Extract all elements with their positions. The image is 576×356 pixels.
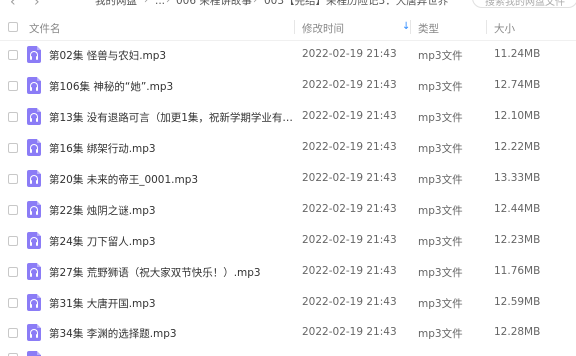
breadcrumb-folder[interactable]: 006 荣程讲故事 — [176, 0, 252, 8]
file-row[interactable]: 第31集 大唐开国.mp3 2022-02-19 21:43 mp3文件 12.… — [0, 288, 576, 319]
audio-file-icon — [27, 46, 41, 63]
file-type: mp3文件 — [418, 50, 463, 62]
file-size: 12.23MB — [494, 234, 541, 246]
file-modified-date: 2022-02-19 21:43 — [302, 48, 397, 60]
row-checkbox[interactable] — [8, 81, 18, 91]
file-modified-date: 2022-02-19 21:43 — [302, 203, 397, 215]
file-modified-date: 2022-02-19 21:43 — [302, 141, 397, 153]
chevron-left-icon[interactable]: ‹ — [10, 0, 16, 9]
file-type: mp3文件 — [418, 205, 463, 217]
file-row[interactable]: 第20集 未来的帝王_0001.mp3 2022-02-19 21:43 mp3… — [0, 164, 576, 195]
breadcrumb-current[interactable]: 003【完结】荣程历险记3：大唐异世界 — [264, 0, 448, 8]
file-size: 12.28MB — [494, 326, 541, 338]
audio-file-icon — [27, 108, 41, 125]
audio-file-icon — [27, 263, 41, 280]
file-name[interactable]: 第24集 刀下留人.mp3 — [49, 234, 294, 249]
row-checkbox[interactable] — [8, 143, 18, 153]
audio-file-icon — [27, 170, 41, 187]
column-header-type[interactable]: 类型 — [418, 21, 439, 36]
audio-file-icon — [27, 77, 41, 94]
chevron-right-icon[interactable]: › — [34, 0, 40, 9]
file-row[interactable]: 第24集 刀下留人.mp3 2022-02-19 21:43 mp3文件 12.… — [0, 226, 576, 257]
file-modified-date: 2022-02-19 21:43 — [302, 296, 397, 308]
file-row[interactable]: 第34集 李渊的选择题.mp3 2022-02-19 21:43 mp3文件 1… — [0, 318, 576, 349]
audio-file-icon — [27, 351, 41, 356]
file-row-partial[interactable] — [0, 349, 576, 356]
row-checkbox[interactable] — [8, 267, 18, 277]
breadcrumb-ellipsis[interactable]: ... — [155, 0, 165, 8]
column-divider[interactable] — [486, 20, 487, 34]
search-placeholder: 搜索我的网盘文件 — [485, 0, 565, 8]
file-type: mp3文件 — [418, 267, 463, 279]
file-name[interactable]: 第16集 绑架行动.mp3 — [49, 141, 294, 156]
column-header-size[interactable]: 大小 — [494, 21, 515, 36]
file-type: mp3文件 — [418, 236, 463, 248]
row-checkbox[interactable] — [8, 50, 18, 60]
file-row[interactable]: 第02集 怪兽与农妇.mp3 2022-02-19 21:43 mp3文件 11… — [0, 40, 576, 71]
row-checkbox[interactable] — [8, 236, 18, 246]
breadcrumb-separator: › — [166, 0, 170, 6]
file-name[interactable]: 第20集 未来的帝王_0001.mp3 — [49, 172, 294, 187]
audio-file-icon — [27, 139, 41, 156]
file-type: mp3文件 — [418, 298, 463, 310]
file-modified-date: 2022-02-19 21:43 — [302, 265, 397, 277]
file-modified-date: 2022-02-19 21:43 — [302, 110, 397, 122]
column-divider[interactable] — [294, 20, 295, 34]
file-name[interactable]: 第31集 大唐开国.mp3 — [49, 296, 294, 311]
top-nav-bar: ‹ › 我的网盘 › ... › 006 荣程讲故事 › 003【完结】荣程历险… — [0, 0, 576, 12]
column-divider[interactable] — [410, 20, 411, 34]
column-header-name[interactable]: 文件名 — [29, 21, 61, 36]
file-row[interactable]: 第13集 没有退路可言（加更1集，祝新学期学业有成！）.... 2022-02-… — [0, 102, 576, 133]
breadcrumb-separator: › — [144, 0, 148, 6]
file-size: 12.10MB — [494, 110, 541, 122]
file-type: mp3文件 — [418, 81, 463, 93]
row-checkbox[interactable] — [8, 328, 18, 338]
file-size: 11.24MB — [494, 48, 541, 60]
breadcrumb-separator: › — [253, 0, 257, 6]
file-size: 12.59MB — [494, 296, 541, 308]
search-input[interactable]: 搜索我的网盘文件 — [472, 0, 576, 8]
file-size: 13.33MB — [494, 172, 541, 184]
file-size: 12.22MB — [494, 141, 541, 153]
audio-file-icon — [27, 294, 41, 311]
row-checkbox[interactable] — [8, 174, 18, 184]
file-size: 12.74MB — [494, 79, 541, 91]
file-modified-date: 2022-02-19 21:43 — [302, 234, 397, 246]
file-row[interactable]: 第22集 烛阴之谜.mp3 2022-02-19 21:43 mp3文件 12.… — [0, 195, 576, 226]
column-header-modified[interactable]: 修改时间 — [302, 21, 344, 36]
row-checkbox[interactable] — [8, 112, 18, 122]
file-row[interactable]: 第106集 神秘的“她”.mp3 2022-02-19 21:43 mp3文件 … — [0, 71, 576, 102]
file-name[interactable]: 第27集 荒野狮语（祝大家双节快乐！）.mp3 — [49, 265, 294, 280]
file-type: mp3文件 — [418, 174, 463, 186]
audio-file-icon — [27, 232, 41, 249]
file-row[interactable]: 第27集 荒野狮语（祝大家双节快乐！）.mp3 2022-02-19 21:43… — [0, 257, 576, 288]
file-name[interactable]: 第13集 没有退路可言（加更1集，祝新学期学业有成！）.... — [49, 110, 294, 125]
file-type: mp3文件 — [418, 112, 463, 124]
file-name[interactable]: 第22集 烛阴之谜.mp3 — [49, 203, 294, 218]
file-name[interactable]: 第02集 怪兽与农妇.mp3 — [49, 48, 294, 63]
file-row[interactable]: 第16集 绑架行动.mp3 2022-02-19 21:43 mp3文件 12.… — [0, 133, 576, 164]
file-type: mp3文件 — [418, 328, 463, 340]
breadcrumb-root[interactable]: 我的网盘 — [95, 0, 137, 8]
audio-file-icon — [27, 201, 41, 218]
file-name[interactable]: 第34集 李渊的选择题.mp3 — [49, 326, 294, 341]
file-modified-date: 2022-02-19 21:43 — [302, 326, 397, 338]
audio-file-icon — [27, 324, 41, 341]
file-size: 12.44MB — [494, 203, 541, 215]
file-modified-date: 2022-02-19 21:43 — [302, 79, 397, 91]
file-size: 11.76MB — [494, 265, 541, 277]
file-type: mp3文件 — [418, 143, 463, 155]
file-list-header: 文件名 修改时间 ↓ 类型 大小 — [0, 14, 576, 41]
row-checkbox[interactable] — [8, 298, 18, 308]
file-modified-date: 2022-02-19 21:43 — [302, 172, 397, 184]
file-name[interactable]: 第106集 神秘的“她”.mp3 — [49, 79, 294, 94]
row-checkbox[interactable] — [8, 205, 18, 215]
select-all-checkbox[interactable] — [8, 22, 18, 32]
